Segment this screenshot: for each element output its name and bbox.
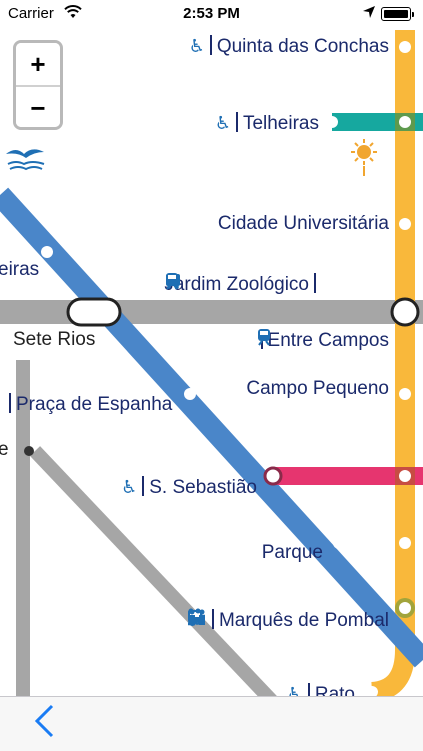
wheelchair-icon: ♿ xyxy=(286,684,303,696)
station-jardim-zoologico[interactable]: Jardim Zoológico xyxy=(164,272,321,297)
entre-campos-interchange xyxy=(390,297,420,327)
station-label: Marquês de Pombal xyxy=(218,610,389,631)
battery-full-icon xyxy=(381,7,414,21)
station-praca-de-espanha[interactable]: Praça de Espanha xyxy=(4,393,172,417)
station-dot xyxy=(399,537,411,549)
station-dot xyxy=(326,116,338,128)
station-laranjeiras[interactable]: eiras xyxy=(0,258,39,282)
sete-rios-interchange xyxy=(66,297,122,327)
station-dot xyxy=(399,602,411,614)
wheelchair-icon: ♿ xyxy=(121,477,138,497)
station-entre-campos[interactable]: Entre Campos xyxy=(256,328,389,353)
chevron-left-icon xyxy=(34,704,54,738)
station-dot xyxy=(184,388,196,400)
wheelchair-icon: ♿ xyxy=(188,36,205,56)
station-label: eiras xyxy=(0,259,40,280)
station-dot xyxy=(399,41,411,53)
station-dot xyxy=(399,116,411,128)
station-label: Rato xyxy=(314,684,355,696)
station-marques-de-pombal[interactable]: ♿ Marquês de Pombal xyxy=(186,608,389,633)
zoom-control: + − xyxy=(13,40,63,130)
zoom-in-button[interactable]: + xyxy=(16,43,60,85)
station-dot xyxy=(333,537,345,549)
station-parque[interactable]: Parque xyxy=(262,541,323,565)
label-separator xyxy=(235,112,238,132)
station-label: Praça de Espanha xyxy=(16,394,173,415)
station-rato[interactable]: ♿ Rato xyxy=(287,682,355,696)
status-bar: Carrier 2:53 PM xyxy=(0,0,423,28)
station-dot xyxy=(41,246,53,258)
station-partial-e[interactable]: e xyxy=(0,438,9,462)
wheelchair-icon: ♿ xyxy=(214,113,231,133)
location-arrow-icon xyxy=(362,5,376,23)
station-telheiras[interactable]: ♿ Telheiras xyxy=(215,111,319,136)
station-label: Entre Campos xyxy=(267,330,389,351)
station-label: e xyxy=(0,439,9,460)
label-separator xyxy=(314,273,316,293)
station-label: Cidade Universitária xyxy=(217,213,389,234)
zoom-out-button[interactable]: − xyxy=(16,87,60,127)
station-s-sebastiao[interactable]: ♿ S. Sebastião xyxy=(121,475,257,500)
label-separator xyxy=(307,683,310,696)
station-quinta-das-conchas[interactable]: ♿ Quinta das Conchas xyxy=(189,34,389,59)
station-campo-pequeno[interactable]: Campo Pequeno xyxy=(246,377,389,401)
bottom-toolbar xyxy=(0,696,423,751)
metro-map[interactable]: ♿ Quinta das Conchas ♿ Telheiras Cidade Un… xyxy=(0,0,423,696)
station-dot xyxy=(24,446,34,456)
station-label: S. Sebastião xyxy=(149,477,257,498)
station-label: Jardim Zoológico xyxy=(164,274,309,295)
label-separator xyxy=(142,476,145,496)
station-dot xyxy=(399,218,411,230)
station-label: Parque xyxy=(261,542,323,563)
back-button[interactable] xyxy=(26,703,62,743)
station-dot xyxy=(399,388,411,400)
label-separator xyxy=(209,35,212,55)
station-cidade-universitaria[interactable]: Cidade Universitária xyxy=(218,212,389,236)
station-label: Telheiras xyxy=(242,113,319,134)
station-dot xyxy=(263,466,283,486)
station-label: Campo Pequeno xyxy=(246,378,389,399)
blue-line xyxy=(0,187,423,668)
station-label: Quinta das Conchas xyxy=(216,36,389,57)
station-sete-rios[interactable]: Sete Rios xyxy=(13,328,95,352)
label-separator xyxy=(9,393,11,413)
station-label: Sete Rios xyxy=(13,329,96,350)
label-separator xyxy=(211,609,214,629)
status-time: 2:53 PM xyxy=(183,5,240,22)
station-dot xyxy=(399,470,411,482)
